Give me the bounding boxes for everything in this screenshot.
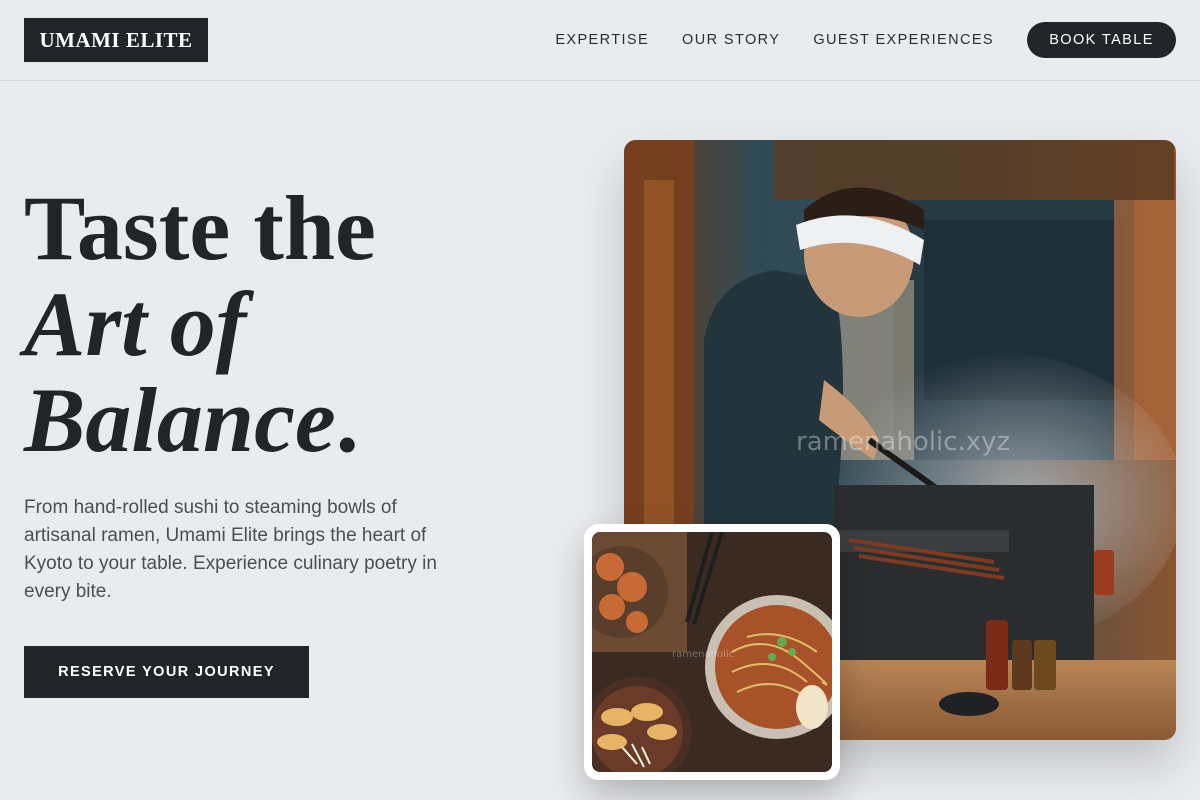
ramen-spread-photo-card: ramenaholic	[584, 524, 840, 780]
hero-headline: Taste the Art of Balance.	[24, 180, 376, 468]
headline-line-2: Art of	[24, 273, 247, 375]
site-header: UMAMI ELITE EXPERTISE OUR STORY GUEST EX…	[0, 0, 1200, 81]
ramen-spread-illustration: ramenaholic	[592, 532, 832, 772]
main-photo-watermark: ramenaholic.xyz	[796, 427, 1010, 457]
headline-line-3: Balance.	[24, 372, 376, 468]
secondary-photo-watermark: ramenaholic	[672, 649, 734, 660]
nav-our-story[interactable]: OUR STORY	[682, 32, 780, 48]
headline-word-balance: Balance	[24, 369, 336, 471]
reserve-journey-button[interactable]: RESERVE YOUR JOURNEY	[24, 646, 309, 698]
nav-guest-experiences[interactable]: GUEST EXPERIENCES	[813, 32, 994, 48]
main-nav: EXPERTISE OUR STORY GUEST EXPERIENCES BO…	[555, 22, 1176, 58]
nav-expertise[interactable]: EXPERTISE	[555, 32, 649, 48]
ramen-spread-photo: ramenaholic	[592, 532, 832, 772]
book-table-button[interactable]: BOOK TABLE	[1027, 22, 1176, 58]
headline-line-1: Taste the	[24, 177, 376, 279]
headline-period: .	[335, 369, 359, 471]
hero-intro-text: From hand-rolled sushi to steaming bowls…	[24, 497, 437, 602]
brand-logo[interactable]: UMAMI ELITE	[24, 18, 208, 62]
